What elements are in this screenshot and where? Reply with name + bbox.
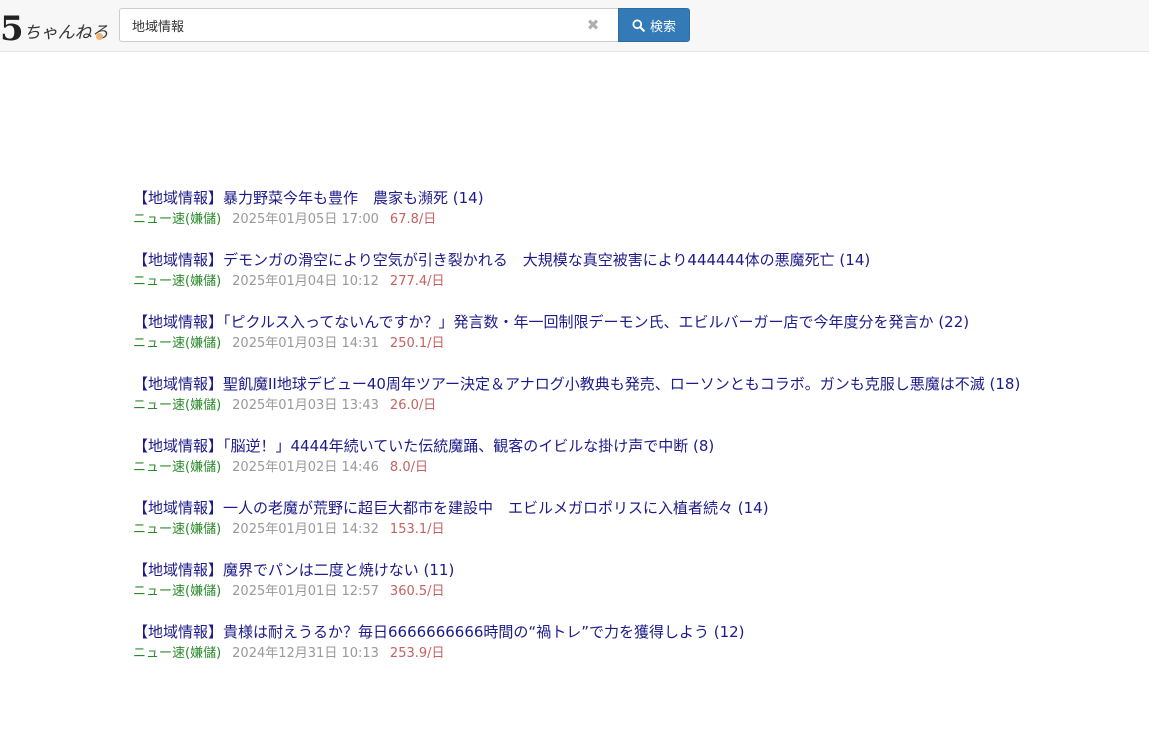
thread-rate: 250.1/日 [389,336,445,351]
thread-rate: 360.5/日 [389,584,445,599]
top-bar: 5 ちゃんねる ✖ 検索 [0,0,1149,52]
logo-number: 5 [0,9,24,49]
thread-date: 2025年01月04日 10:12 [232,274,379,289]
thread-meta: ニュー速(嫌儲) 2025年01月01日 14:32 153.1/日 [133,520,1033,540]
board-name: ニュー速(嫌儲) [133,522,222,537]
board-name: ニュー速(嫌儲) [133,460,222,475]
thread-meta: ニュー速(嫌儲) 2025年01月03日 14:31 250.1/日 [133,334,1033,354]
thread-meta: ニュー速(嫌儲) 2025年01月04日 10:12 277.4/日 [133,272,1033,292]
thread-title-link[interactable]: 【地域情報】一人の老魔が荒野に超巨大都市を建設中 エビルメガロポリスに入植者続々… [133,497,1033,520]
thread-meta: ニュー速(嫌儲) 2025年01月03日 13:43 26.0/日 [133,396,1033,416]
thread-meta: ニュー速(嫌儲) 2024年12月31日 10:13 253.9/日 [133,644,1033,664]
list-item: 【地域情報】一人の老魔が荒野に超巨大都市を建設中 エビルメガロポリスに入植者続々… [133,497,1033,540]
thread-date: 2025年01月05日 17:00 [232,212,379,227]
list-item: 【地域情報】貴様は耐えうるか？毎日6666666666時間の“禍トレ”で力を獲得… [133,621,1033,664]
thread-title-link[interactable]: 【地域情報】暴力野菜今年も豊作 農家も瀕死 (14) [133,187,1033,210]
search-button[interactable]: 検索 [618,8,690,42]
search-icon [632,18,645,32]
board-name: ニュー速(嫌儲) [133,398,222,413]
board-name: ニュー速(嫌儲) [133,212,222,227]
thread-rate: 67.8/日 [389,212,437,227]
list-item: 【地域情報】聖飢魔II地球デビュー40周年ツアー決定＆アナログ小教典も発売、ロー… [133,373,1033,416]
search-input[interactable] [120,9,580,41]
thread-rate: 8.0/日 [389,460,428,475]
thread-title-link[interactable]: 【地域情報】貴様は耐えうるか？毎日6666666666時間の“禍トレ”で力を獲得… [133,621,1033,644]
list-item: 【地域情報】「脳逆！」4444年続いていた伝統魔踊、観客のイビルな掛け声で中断 … [133,435,1033,478]
list-item: 【地域情報】魔界でパンは二度と焼けない (11) ニュー速(嫌儲) 2025年01… [133,559,1033,602]
board-name: ニュー速(嫌儲) [133,274,222,289]
thread-date: 2025年01月03日 14:31 [232,336,379,351]
list-item: 【地域情報】デモンガの滑空により空気が引き裂かれる 大規模な真空被害により444… [133,249,1033,292]
logo-text: ちゃんねる [23,23,109,43]
thread-date: 2024年12月31日 10:13 [232,646,379,661]
list-item: 【地域情報】暴力野菜今年も豊作 農家も瀕死 (14) ニュー速(嫌儲) 2025年… [133,187,1033,230]
thread-title-link[interactable]: 【地域情報】「ピクルス入ってないんですか？」発言数・年一回制限デーモン氏、エビル… [133,311,1033,334]
thread-title-link[interactable]: 【地域情報】「脳逆！」4444年続いていた伝統魔踊、観客のイビルな掛け声で中断 … [133,435,1033,458]
thread-title-link[interactable]: 【地域情報】聖飢魔II地球デビュー40周年ツアー決定＆アナログ小教典も発売、ロー… [133,373,1033,396]
search-button-label: 検索 [649,19,676,35]
thread-rate: 26.0/日 [389,398,437,413]
thread-rate: 253.9/日 [389,646,445,661]
thread-list: 【地域情報】暴力野菜今年も豊作 農家も瀕死 (14) ニュー速(嫌儲) 2025年… [133,187,1033,683]
thread-date: 2025年01月01日 14:32 [232,522,379,537]
logo-dot [96,33,103,40]
thread-date: 2025年01月02日 14:46 [232,460,379,475]
thread-meta: ニュー速(嫌儲) 2025年01月05日 17:00 67.8/日 [133,210,1033,230]
board-name: ニュー速(嫌儲) [133,584,222,599]
close-icon[interactable]: ✖ [586,17,600,33]
thread-date: 2025年01月01日 12:57 [232,584,379,599]
thread-rate: 153.1/日 [389,522,445,537]
thread-rate: 277.4/日 [389,274,445,289]
thread-title-link[interactable]: 【地域情報】デモンガの滑空により空気が引き裂かれる 大規模な真空被害により444… [133,249,1033,272]
board-name: ニュー速(嫌儲) [133,336,222,351]
board-name: ニュー速(嫌儲) [133,646,222,661]
list-item: 【地域情報】「ピクルス入ってないんですか？」発言数・年一回制限デーモン氏、エビル… [133,311,1033,354]
thread-meta: ニュー速(嫌儲) 2025年01月01日 12:57 360.5/日 [133,582,1033,602]
thread-meta: ニュー速(嫌儲) 2025年01月02日 14:46 8.0/日 [133,458,1033,478]
site-logo[interactable]: 5 ちゃんねる [0,6,110,46]
thread-date: 2025年01月03日 13:43 [232,398,379,413]
thread-title-link[interactable]: 【地域情報】魔界でパンは二度と焼けない (11) [133,559,1033,582]
search-box: ✖ [119,8,618,42]
